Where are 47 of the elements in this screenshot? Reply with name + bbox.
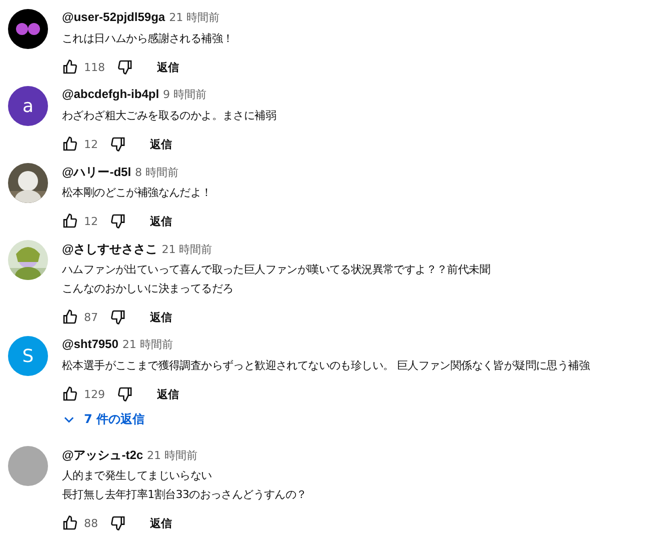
- comment-time[interactable]: 8 時間前: [135, 165, 179, 180]
- comment-time[interactable]: 21 時間前: [122, 337, 173, 352]
- like-icon[interactable]: [62, 386, 78, 402]
- comment-text: 松本選手がここまで獲得調査からずっと歓迎されてないのも珍しい。 巨人ファン関係なく皆が疑問に思う補強: [62, 358, 590, 374]
- dislike-icon[interactable]: [110, 136, 126, 152]
- avatar[interactable]: [8, 9, 48, 49]
- author-handle[interactable]: @sht7950: [62, 337, 118, 351]
- like-count: 129: [84, 388, 105, 400]
- dislike-icon[interactable]: [110, 309, 126, 325]
- comment-text: 松本剛のどこが補強なんだよ！: [62, 185, 212, 201]
- comment-text: これは日ハムから感謝される補強！: [62, 31, 234, 47]
- comment-time[interactable]: 21 時間前: [162, 242, 212, 257]
- comment-text: 人的まで発生してまじいらない: [62, 468, 213, 484]
- reply-button[interactable]: 返信: [142, 512, 180, 534]
- comment-time[interactable]: 21 時間前: [169, 10, 220, 25]
- dislike-icon[interactable]: [117, 386, 133, 402]
- like-icon[interactable]: [62, 515, 78, 531]
- reply-button[interactable]: 返信: [149, 382, 187, 406]
- avatar[interactable]: a: [8, 86, 48, 126]
- comment-text: ハムファンが出ていって喜んで取った巨人ファンが嘆いてる状況異常ですよ？？前代未聞: [62, 262, 490, 278]
- replies-toggle[interactable]: 7 件の返信: [62, 409, 590, 430]
- author-handle[interactable]: @アッシュ-t2c: [62, 447, 144, 464]
- reply-button[interactable]: 返信: [142, 132, 180, 156]
- reply-button[interactable]: 返信: [149, 56, 187, 78]
- dislike-icon[interactable]: [110, 213, 126, 229]
- comment-text: 長打無し去年打率1割台33のおっさんどうすんの？: [62, 487, 307, 503]
- comment-text: わざわざ粗大ごみを取るのかよ。まさに補弱: [62, 108, 276, 124]
- like-count: 12: [84, 138, 98, 150]
- comment-text: こんなのおかしいに決まってるだろ: [62, 281, 234, 297]
- like-icon[interactable]: [62, 136, 78, 152]
- comment-time[interactable]: 21 時間前: [147, 448, 198, 463]
- comment-time[interactable]: 9 時間前: [163, 87, 207, 102]
- author-handle[interactable]: @user-52pjdl59ga: [62, 10, 166, 24]
- author-handle[interactable]: @abcdefgh-ib4pl: [62, 87, 160, 101]
- like-icon[interactable]: [62, 213, 78, 229]
- like-count: 88: [84, 516, 98, 530]
- like-icon[interactable]: [62, 309, 78, 325]
- dislike-icon[interactable]: [117, 59, 133, 75]
- like-icon[interactable]: [62, 59, 78, 75]
- like-count: 118: [84, 60, 105, 74]
- author-handle[interactable]: @さしすせささこ: [62, 241, 158, 258]
- dislike-icon[interactable]: [110, 515, 126, 531]
- reply-button[interactable]: 返信: [142, 210, 180, 232]
- author-handle[interactable]: @ハリー-d5l: [62, 164, 132, 181]
- like-count: 12: [84, 214, 98, 228]
- reply-button[interactable]: 返信: [142, 306, 180, 328]
- like-count: 87: [84, 310, 98, 324]
